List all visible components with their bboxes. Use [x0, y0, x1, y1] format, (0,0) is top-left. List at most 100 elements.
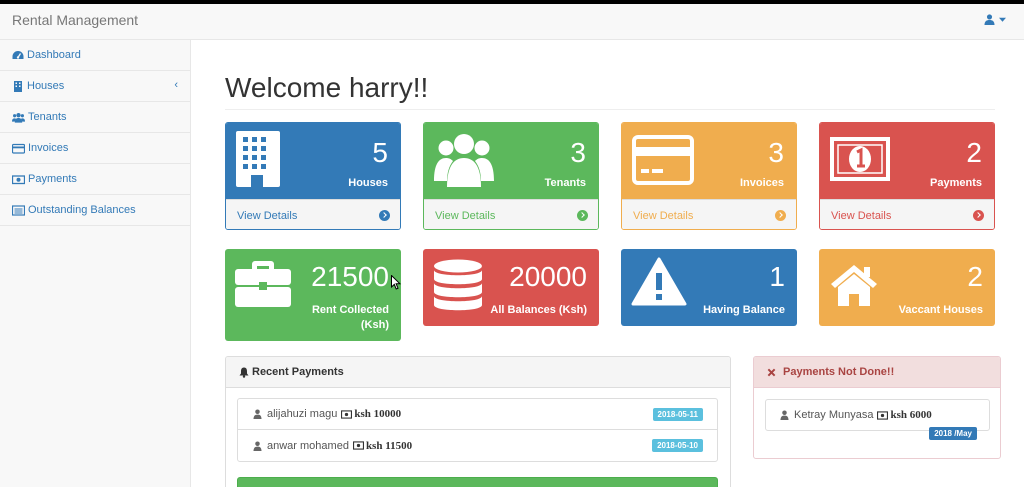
tenants-count: 3 — [570, 137, 586, 168]
stat-panel-houses: 5 Houses View Details — [225, 122, 401, 230]
payment-date-badge: 2018-05-11 — [652, 408, 703, 421]
caret-down-icon — [999, 17, 1006, 22]
list-icon — [12, 204, 25, 216]
arrow-circle-right-icon — [577, 210, 588, 221]
mouse-cursor-icon — [391, 275, 401, 290]
rent-collected-label-line1: Rent Collected — [311, 304, 389, 316]
recent-payments-list: alijahuzi magu ksh 10000 2018-05-11 anwa… — [237, 398, 718, 462]
tile-all-balances: 20000 All Balances (Ksh) — [423, 249, 599, 326]
having-balance-label: Having Balance — [703, 304, 785, 316]
users-icon — [434, 134, 494, 187]
invoices-label: Invoices — [739, 177, 784, 189]
user-icon — [984, 14, 995, 25]
payments-view-details[interactable]: View Details — [820, 199, 994, 229]
payments-not-done-header: Payments Not Done!! — [754, 357, 1000, 388]
invoices-view-details[interactable]: View Details — [622, 199, 796, 229]
view-all-payments-button[interactable]: View All Payments — [237, 477, 718, 487]
money-icon — [877, 410, 889, 420]
list-item[interactable]: Ketray Munyasa ksh 6000 2018 /May — [766, 400, 989, 440]
houses-label: Houses — [348, 177, 388, 189]
having-balance-value: 1 — [769, 261, 785, 292]
rent-collected-value: 21500 — [311, 261, 389, 292]
times-icon — [767, 368, 776, 376]
dashboard-icon — [12, 50, 24, 59]
user-menu[interactable] — [984, 14, 1006, 25]
all-balances-label: All Balances (Ksh) — [490, 304, 587, 316]
user-icon — [253, 441, 262, 451]
title-divider — [225, 109, 995, 110]
houses-count: 5 — [372, 137, 388, 168]
rent-collected-label: Rent Collected (Ksh) — [312, 303, 389, 333]
payment-amount: ksh 11500 — [352, 439, 413, 452]
user-icon — [253, 409, 262, 419]
payer-name: anwar mohamed — [267, 439, 349, 452]
recent-payments-header: Recent Payments — [226, 357, 730, 388]
users-icon — [12, 112, 25, 123]
payments-not-done-list: Ketray Munyasa ksh 6000 2018 /May — [765, 399, 990, 440]
database-icon — [434, 259, 482, 311]
arrow-circle-right-icon — [775, 210, 786, 221]
view-details-link[interactable]: View Details — [633, 210, 693, 222]
main-content: Welcome harry!! 5 Houses View Details 3 … — [191, 40, 1024, 487]
money-icon — [12, 174, 25, 184]
page-title: Welcome harry!! — [225, 72, 429, 103]
app-brand[interactable]: Rental Management — [12, 12, 138, 28]
building-icon — [236, 131, 280, 187]
money-icon — [830, 137, 890, 181]
sidebar-item-label: Houses — [27, 80, 65, 92]
tenants-view-details[interactable]: View Details — [424, 199, 598, 229]
credit-card-icon — [632, 135, 694, 185]
tenants-label: Tenants — [544, 177, 586, 189]
chevron-left-icon[interactable]: ‹ — [174, 79, 178, 91]
arrow-circle-right-icon — [379, 210, 390, 221]
sidebar-item-dashboard[interactable]: Dashboard — [0, 40, 190, 71]
money-icon — [341, 409, 353, 419]
sidebar-item-label: Dashboard — [27, 49, 81, 61]
stat-panel-payments: 2 Payments View Details — [819, 122, 995, 230]
briefcase-icon — [235, 261, 291, 307]
view-details-link[interactable]: View Details — [831, 210, 891, 222]
stat-panel-tenants: 3 Tenants View Details — [423, 122, 599, 230]
tile-vacant-houses: 2 Vaccant Houses — [819, 249, 995, 326]
arrow-circle-right-icon — [973, 210, 984, 221]
view-details-link[interactable]: View Details — [435, 210, 495, 222]
recent-payments-title: Recent Payments — [252, 366, 344, 378]
sidebar-item-houses[interactable]: Houses ‹ — [0, 71, 190, 102]
sidebar-item-payments[interactable]: Payments — [0, 164, 190, 195]
sidebar-item-label: Payments — [28, 173, 77, 185]
payments-label: Payments — [930, 177, 982, 189]
building-icon — [14, 80, 22, 92]
sidebar-item-tenants[interactable]: Tenants — [0, 102, 190, 133]
money-icon — [352, 441, 364, 450]
sidebar-item-label: Tenants — [28, 111, 67, 123]
sidebar-item-label: Outstanding Balances — [28, 204, 136, 216]
stat-panel-invoices: 3 Invoices View Details — [621, 122, 797, 230]
list-item[interactable]: anwar mohamed ksh 11500 2018-05-10 — [238, 430, 717, 461]
home-icon — [831, 265, 877, 306]
payments-count: 2 — [966, 137, 982, 168]
navbar: Rental Management — [0, 4, 1024, 40]
user-icon — [780, 410, 789, 420]
vacant-houses-label: Vaccant Houses — [898, 304, 983, 316]
vacant-houses-value: 2 — [967, 261, 983, 292]
sidebar: Dashboard Houses ‹ Tenants Invoices Paym… — [0, 40, 191, 487]
tile-rent-collected: 21500 Rent Collected (Ksh) — [225, 249, 401, 341]
all-balances-value: 20000 — [509, 261, 587, 292]
period-badge: 2018 /May — [929, 427, 977, 440]
list-item[interactable]: alijahuzi magu ksh 10000 2018-05-11 — [238, 399, 717, 430]
payment-amount-text: ksh 10000 — [354, 408, 402, 420]
payments-not-done-title: Payments Not Done!! — [783, 366, 895, 378]
payment-amount: ksh 10000 — [341, 408, 401, 420]
payment-amount-text: ksh 11500 — [365, 439, 413, 452]
houses-view-details[interactable]: View Details — [226, 199, 400, 229]
view-details-link[interactable]: View Details — [237, 210, 297, 222]
due-amount: ksh 6000 — [877, 409, 932, 421]
credit-card-icon — [12, 143, 25, 154]
tile-having-balance: 1 Having Balance — [621, 249, 797, 326]
bell-icon — [239, 367, 249, 378]
rent-collected-label-line2: (Ksh) — [360, 319, 389, 331]
payment-date-badge: 2018-05-10 — [652, 439, 703, 452]
sidebar-item-outstanding-balances[interactable]: Outstanding Balances — [0, 195, 190, 226]
warning-icon — [631, 257, 687, 306]
sidebar-item-invoices[interactable]: Invoices — [0, 133, 190, 164]
